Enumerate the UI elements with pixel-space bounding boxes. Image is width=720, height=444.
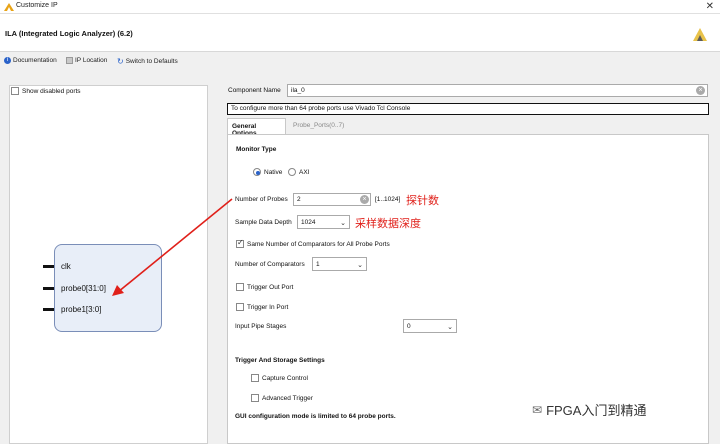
wechat-icon: ✉ — [532, 402, 543, 417]
watermark-text: FPGA入门到精通 — [546, 403, 647, 418]
watermark: ✉ FPGA入门到精通 — [532, 400, 646, 419]
annotation-arrow — [112, 198, 233, 296]
